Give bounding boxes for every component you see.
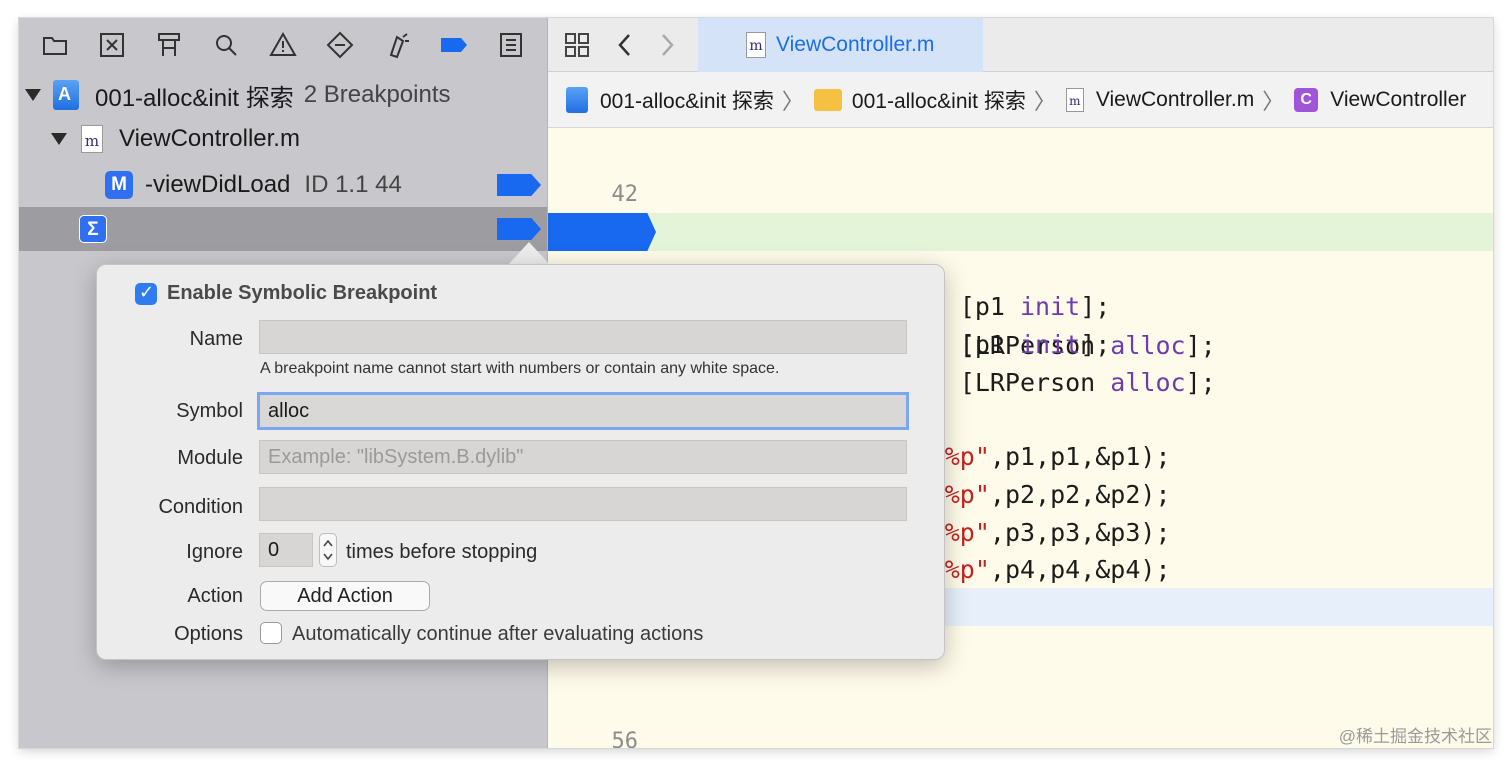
objc-file-icon: m [81,125,103,153]
issue-icon[interactable] [265,27,301,63]
code-line: 56 [548,685,1493,748]
module-label: Module [177,447,243,469]
editor-tab-bar: m ViewController.m [548,18,1493,72]
disclosure-triangle-icon[interactable] [25,89,41,101]
jumpbar-file[interactable]: m ViewController.m [1065,87,1255,112]
forward-chevron-icon[interactable] [650,28,684,62]
method-name: -viewDidLoad [145,171,291,198]
ignore-count-field[interactable] [259,533,313,567]
chevron-right-icon: 〉 [781,88,804,114]
condition-label: Condition [158,496,243,518]
jumpbar-class-label: ViewController [1330,87,1467,111]
jumpbar-project[interactable]: 001-alloc&init 探索 [566,85,774,115]
test-icon[interactable] [322,27,358,63]
disclosure-triangle-icon[interactable] [51,133,67,145]
source-control-icon[interactable] [94,27,130,63]
method-breakpoint-row[interactable]: M -viewDidLoad ID 1.1 44 [19,163,547,207]
project-name: 001-alloc&init 探索 [95,84,294,112]
navigator-toolbar [19,18,547,72]
tab-label: ViewController.m [776,33,935,56]
project-icon [53,80,79,110]
jumpbar-group-label: 001-alloc&init 探索 [851,89,1026,113]
chevron-right-icon: 〉 [1262,88,1285,114]
action-label: Action [187,585,243,607]
popover-title: Enable Symbolic Breakpoint [167,282,438,304]
file-name: ViewController.m [119,125,300,152]
breakpoint-count: 2 Breakpoints [303,81,451,108]
symbol-label: Symbol [176,400,243,422]
folder-icon[interactable] [37,27,73,63]
debug-icon[interactable] [379,27,415,63]
project-icon [566,86,588,113]
module-field[interactable] [259,440,907,474]
ignore-stepper[interactable] [319,533,337,567]
symbol-field[interactable] [257,392,909,430]
code-line: 42 [548,138,1493,207]
add-action-button[interactable]: Add Action [260,581,430,611]
condition-field[interactable] [259,487,907,521]
jumpbar-class[interactable]: C ViewController [1294,87,1467,112]
grid-icon[interactable] [560,28,594,62]
options-label: Options [174,623,243,645]
stepper-arrows-icon [323,539,333,561]
objc-file-icon: m [1065,87,1084,112]
breakpoint-flag-icon[interactable] [497,218,541,240]
popover-arrow [507,242,551,266]
auto-continue-label: Automatically continue after evaluating … [292,623,704,645]
name-field[interactable] [259,320,907,354]
file-row[interactable]: m ViewController.m [19,117,547,161]
method-detail: ID 1.1 44 [304,171,402,198]
chevron-right-icon: 〉 [1033,88,1056,114]
symbolic-breakpoint-popover: Enable Symbolic Breakpoint Name A breakp… [96,264,945,660]
project-row[interactable]: 001-alloc&init 探索 2 Breakpoints [19,73,547,117]
jump-bar: 001-alloc&init 探索 〉 001-alloc&init 探索 〉 … [548,72,1493,128]
enable-breakpoint-checkbox[interactable] [135,282,157,305]
symbolic-breakpoint-row[interactable]: Σ [19,207,547,251]
jumpbar-file-label: ViewController.m [1095,87,1255,111]
breakpoint-marker-icon[interactable] [548,213,656,251]
name-label: Name [189,328,243,350]
hierarchy-icon[interactable] [151,27,187,63]
objc-file-icon: m [746,32,766,58]
name-hint: A breakpoint name cannot start with numb… [260,360,780,377]
method-badge-icon: M [105,171,133,199]
jumpbar-group[interactable]: 001-alloc&init 探索 [813,85,1026,115]
breakpoint-flag-icon[interactable] [497,174,541,196]
find-icon[interactable] [208,27,244,63]
breakpoint-icon[interactable] [436,27,472,63]
back-chevron-icon[interactable] [608,28,642,62]
auto-continue-checkbox[interactable] [260,622,282,644]
code-line: 43 [548,176,1493,245]
symbolic-badge-icon: Σ [79,215,107,243]
class-badge-icon: C [1294,87,1319,112]
watermark: @稀土掘金技术社区 [1338,727,1492,746]
tab-viewcontroller[interactable]: m ViewController.m [698,18,983,72]
folder-icon [813,88,842,111]
ignore-label: Ignore [186,541,243,563]
code-line-breakpoint: 44 LRPerson *p1 = [LRPerson alloc]; [548,213,1493,360]
jumpbar-project-label: 001-alloc&init 探索 [600,89,774,113]
report-icon[interactable] [493,27,529,63]
ignore-suffix: times before stopping [346,541,538,563]
